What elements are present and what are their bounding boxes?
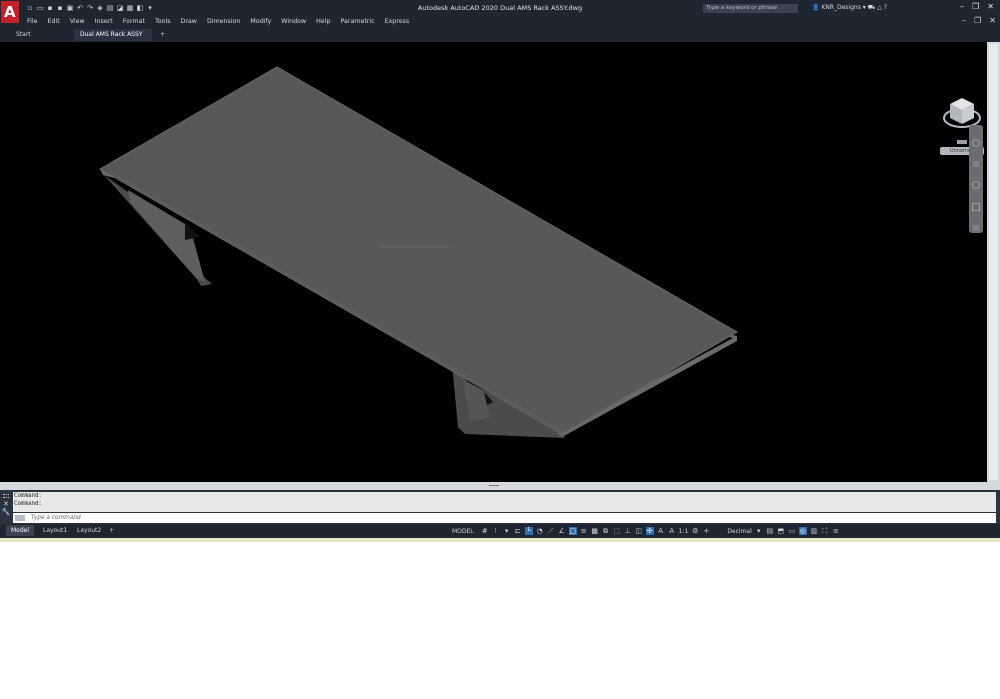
annotation-visibility-icon[interactable]: A — [657, 527, 665, 535]
grip-icon[interactable] — [3, 494, 9, 498]
user-icon: 👤 — [812, 4, 820, 11]
history-line: Command: — [14, 493, 42, 499]
cart-icon[interactable]: ⛟ — [868, 4, 876, 11]
new-tab-button[interactable]: + — [154, 29, 171, 41]
tab-start-label: Start — [16, 31, 31, 38]
zoom-icon[interactable] — [972, 181, 980, 189]
user-name: KNR_Designs — [821, 4, 861, 11]
lineweight-icon[interactable]: ≡ — [580, 527, 588, 535]
menu-draw[interactable]: Draw — [175, 16, 201, 28]
tab-start[interactable]: Start — [10, 29, 78, 41]
minimize-icon[interactable]: – — [960, 2, 964, 11]
splitter-handle-icon[interactable] — [489, 485, 499, 486]
tab-dual-ams-rack[interactable]: Dual AMS Rack ASSY × — [74, 29, 152, 50]
infer-icon[interactable]: ▾ — [503, 527, 511, 535]
steering-wheel-icon[interactable] — [972, 139, 980, 147]
file-tab-bar: Start Dual AMS Rack ASSY × + — [0, 29, 1000, 50]
menu-dimension[interactable]: Dimension — [202, 16, 245, 28]
selection-filter-icon[interactable]: ◫ — [635, 527, 643, 535]
ortho-icon[interactable]: └ — [524, 527, 533, 535]
tab-layout2[interactable]: Layout2 — [72, 525, 106, 536]
doc-restore-icon[interactable]: ❐ — [974, 16, 981, 25]
window-controls: – ❐ ✕ — [960, 2, 994, 11]
isodraft-icon[interactable]: ⟋ — [547, 527, 555, 535]
menu-modify[interactable]: Modify — [245, 16, 276, 28]
taskbar-strip — [0, 538, 1000, 542]
graphics-performance-icon[interactable]: ▭ — [788, 527, 796, 535]
chevron-down-icon: ▾ — [862, 4, 866, 11]
autocad-window: A ▫ ▭ ▪ ▪ ▣ ↶ ↷ ◈ ▤ ◪ ▦ ◧ ▾ Autodesk Aut… — [0, 0, 1000, 542]
help-icon[interactable]: ? — [884, 4, 887, 11]
restore-icon[interactable]: ❐ — [972, 2, 979, 11]
selection-cycling-icon[interactable]: ⧉ — [602, 527, 610, 535]
command-placeholder: Type a command — [30, 515, 81, 521]
menu-window[interactable]: Window — [276, 16, 311, 28]
menu-insert[interactable]: Insert — [90, 16, 118, 28]
polar-icon[interactable]: ◔ — [536, 527, 544, 535]
autoscale-icon[interactable]: A — [668, 527, 676, 535]
3d-osnap-icon[interactable]: ⬚ — [613, 527, 621, 535]
vertical-scrollbar[interactable] — [987, 42, 1000, 482]
model-space-label[interactable]: MODEL — [452, 528, 474, 535]
menu-parametric[interactable]: Parametric — [335, 16, 379, 28]
menu-tools[interactable]: Tools — [150, 16, 176, 28]
annotation-monitor-icon[interactable]: + — [702, 527, 710, 535]
user-account[interactable]: 👤 KNR_Designs ▾ ⛟ △ ? — [812, 4, 887, 12]
doc-minimize-icon[interactable]: – — [962, 16, 966, 25]
menu-edit[interactable]: Edit — [43, 16, 65, 28]
object-track-icon[interactable]: ∠ — [558, 527, 566, 535]
lock-ui-icon[interactable]: ▤ — [766, 527, 774, 535]
history-line: Command: — [14, 501, 42, 507]
menu-express[interactable]: Express — [380, 16, 415, 28]
clean-screen-icon[interactable]: ◎ — [798, 527, 807, 535]
exchange-icon[interactable]: △ — [877, 4, 882, 11]
command-prompt-icon[interactable] — [15, 514, 25, 521]
compass-north-icon — [957, 140, 967, 144]
tab-doc-label: Dual AMS Rack ASSY — [80, 31, 143, 38]
orbit-icon[interactable] — [972, 203, 980, 211]
status-toggles: MODEL # ⁝ ▾ ⊏ └ ◔ ⟋ ∠ □ ≡ ▩ ⧉ ⬚ ⊥ ◫ ✣ A … — [452, 526, 840, 536]
doc-close-icon[interactable]: ✕ — [989, 16, 996, 25]
tab-layout1[interactable]: Layout1 — [38, 525, 72, 536]
osnap-icon[interactable]: □ — [568, 527, 577, 535]
tab-model[interactable]: Model — [6, 525, 35, 536]
dynamic-input-icon[interactable]: ⊏ — [514, 527, 522, 535]
customize-icon[interactable]: 🔧 — [0, 508, 12, 516]
isolate-objects-icon[interactable]: ⬒ — [777, 527, 785, 535]
hardware-acceleration-icon[interactable]: ▥ — [810, 527, 818, 535]
dynamic-ucs-icon[interactable]: ⊥ — [624, 527, 632, 535]
snap-icon[interactable]: ⁝ — [492, 527, 500, 535]
command-history: Command: Command: — [13, 492, 996, 512]
close-command-icon[interactable]: ✕ — [0, 500, 12, 508]
status-bar: Model Layout1 Layout2 + MODEL # ⁝ ▾ ⊏ └ … — [0, 524, 1000, 538]
fullscreen-icon[interactable]: ⛶ — [821, 527, 829, 535]
menu-bar: File Edit View Insert Format Tools Draw … — [22, 16, 414, 28]
grid-icon[interactable]: # — [481, 527, 489, 535]
command-window-handle: ✕ 🔧 — [0, 492, 12, 524]
gizmo-icon[interactable]: ✣ — [645, 527, 654, 535]
horizontal-scrollbar[interactable] — [0, 482, 1000, 490]
menu-view[interactable]: View — [65, 16, 90, 28]
menu-help[interactable]: Help — [311, 16, 335, 28]
vertical-scroll-thumb[interactable] — [989, 44, 998, 480]
search-input[interactable]: Type a keyword or phrase — [703, 4, 798, 13]
3d-model-canvas — [98, 66, 738, 438]
workspace-gear-icon[interactable]: ⚙ — [691, 527, 699, 535]
transparency-icon[interactable]: ▩ — [591, 527, 599, 535]
units-select[interactable]: Decimal — [727, 528, 751, 535]
command-input[interactable]: Type a command — [13, 513, 996, 523]
pan-icon[interactable] — [973, 161, 979, 167]
showmotion-icon[interactable] — [973, 225, 979, 231]
close-icon[interactable]: ✕ — [987, 2, 994, 11]
drawing-viewport[interactable]: Unnamed — [0, 42, 987, 482]
document-window-controls: – ❐ ✕ — [962, 16, 996, 25]
add-layout-button[interactable]: + — [104, 525, 119, 536]
menu-file[interactable]: File — [22, 16, 43, 28]
quick-properties-icon[interactable]: ▾ — [755, 527, 763, 535]
title-bar: A ▫ ▭ ▪ ▪ ▣ ↶ ↷ ◈ ▤ ◪ ▦ ◧ ▾ Autodesk Aut… — [0, 0, 1000, 26]
annotation-scale[interactable]: 1:1 — [679, 528, 689, 535]
menu-format[interactable]: Format — [118, 16, 150, 28]
navigation-bar — [969, 125, 983, 233]
customization-menu-icon[interactable]: ≡ — [832, 527, 840, 535]
